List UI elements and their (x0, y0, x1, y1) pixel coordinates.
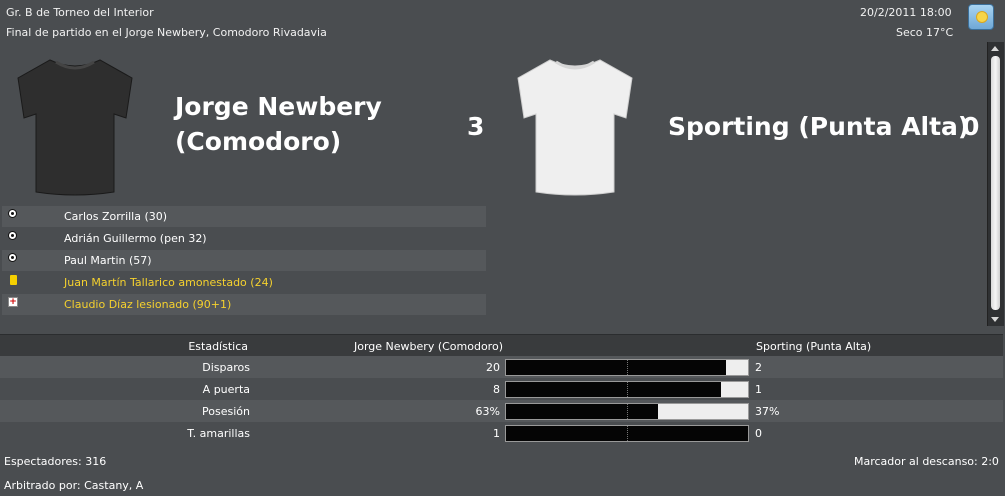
event-text: Adrián Guillermo (pen 32) (64, 232, 207, 245)
stats-row: Disparos 20 2 (0, 356, 1003, 378)
vertical-scrollbar[interactable] (987, 42, 1004, 326)
event-text: Claudio Díaz lesionado (90+1) (64, 298, 232, 311)
event-row: Paul Martin (57) (2, 250, 486, 271)
home-team-name-line1: Jorge Newbery (175, 92, 382, 121)
spectators-text: Espectadores: 316 (4, 455, 107, 468)
weather-text: Seco 17°C (896, 26, 954, 39)
yellow-card-icon (10, 275, 17, 285)
competition-title: Gr. B de Torneo del Interior (6, 6, 154, 19)
stat-bar (505, 359, 749, 376)
event-row: + Claudio Díaz lesionado (90+1) (2, 294, 486, 315)
stats-header: Estadística Jorge Newbery (Comodoro) Spo… (0, 334, 1003, 357)
scroll-down-icon[interactable] (991, 317, 999, 322)
stats-col-home: Jorge Newbery (Comodoro) (354, 340, 503, 353)
goal-ball-icon (8, 231, 17, 240)
stats-row: T. amarillas 1 0 (0, 422, 1003, 444)
event-row: Carlos Zorrilla (30) (2, 206, 486, 227)
stat-home-value: 8 (493, 383, 500, 396)
stat-bar (505, 403, 749, 420)
stats-col-away: Sporting (Punta Alta) (756, 340, 872, 353)
stats-row: A puerta 8 1 (0, 378, 1003, 400)
home-team-name-line2: (Comodoro) (175, 127, 342, 156)
stat-away-value: 37% (755, 405, 780, 418)
stat-away-value: 2 (755, 361, 762, 374)
away-team-name: Sporting (Punta Alta) (668, 112, 970, 141)
stat-bar (505, 381, 749, 398)
match-subtitle: Final de partido en el Jorge Newbery, Co… (6, 26, 327, 39)
event-text: Paul Martin (57) (64, 254, 152, 267)
scroll-up-icon[interactable] (991, 46, 999, 51)
referee-text: Arbitrado por: Castany, A (4, 479, 144, 492)
away-score: 0 (962, 112, 980, 141)
stats-col-label: Estadística (188, 340, 248, 353)
stat-home-value: 63% (475, 405, 500, 418)
match-datetime: 20/2/2011 18:00 (860, 6, 952, 19)
stat-home-value: 20 (486, 361, 500, 374)
event-row: Adrián Guillermo (pen 32) (2, 228, 486, 249)
event-row: Juan Martín Tallarico amonestado (24) (2, 272, 486, 293)
halftime-score-text: Marcador al descanso: 2:0 (854, 455, 999, 468)
event-text: Carlos Zorrilla (30) (64, 210, 168, 223)
sun-weather-icon (968, 4, 994, 30)
stat-away-value: 0 (755, 427, 762, 440)
event-text: Juan Martín Tallarico amonestado (24) (64, 276, 273, 289)
home-shirt-icon (17, 59, 133, 196)
goal-ball-icon (8, 253, 17, 262)
stats-row: Posesión 63% 37% (0, 400, 1003, 422)
away-shirt-icon (517, 59, 633, 196)
stat-home-value: 1 (493, 427, 500, 440)
injury-icon: + (8, 297, 18, 307)
stat-bar (505, 425, 749, 442)
goal-ball-icon (8, 209, 17, 218)
scroll-thumb[interactable] (991, 56, 1000, 310)
stat-away-value: 1 (755, 383, 762, 396)
home-score: 3 (467, 112, 485, 141)
